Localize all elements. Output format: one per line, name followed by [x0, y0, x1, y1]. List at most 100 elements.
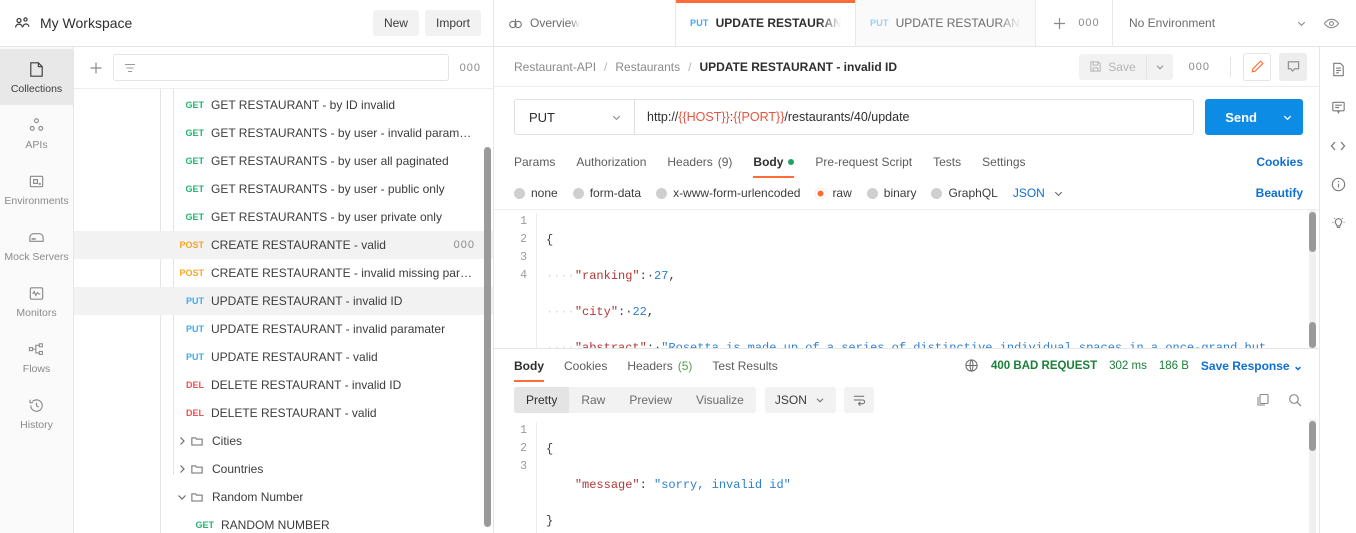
request-label: RANDOM NUMBER — [221, 518, 330, 532]
breadcrumb-folder[interactable]: Restaurants — [615, 60, 680, 74]
tab-pre-request-script[interactable]: Pre-request Script — [815, 146, 912, 178]
request-scrollbar-thumb-2[interactable] — [1309, 322, 1316, 348]
sidebar-item-collections[interactable]: Collections — [0, 49, 73, 105]
line-number: 2 — [520, 442, 527, 455]
lightbulb-icon[interactable] — [1330, 214, 1347, 231]
comment-icon[interactable] — [1330, 99, 1347, 116]
tab-authorization[interactable]: Authorization — [576, 146, 646, 178]
tab-settings[interactable]: Settings — [982, 146, 1025, 178]
body-type-form-data[interactable]: form-data — [572, 186, 641, 200]
list-item[interactable]: GET RANDOM NUMBER — [74, 511, 493, 533]
request-body-editor[interactable]: 1 2 3 4 { ····"ranking":·27, ····"city":… — [494, 209, 1319, 349]
request-more-button[interactable]: 000 — [454, 239, 475, 251]
filter-input[interactable] — [113, 54, 449, 81]
tab-body[interactable]: Body — [753, 146, 795, 178]
response-view-visualize[interactable]: Visualize — [684, 387, 756, 413]
method-selector[interactable]: PUT — [514, 99, 634, 135]
top-bar: My Workspace New Import Overview PUT UPD… — [0, 0, 1356, 47]
save-response-button[interactable]: Save Response ⌄ — [1201, 359, 1303, 373]
collection-list[interactable]: GET GET RESTAURANT - by ID invalid GET G… — [74, 89, 493, 533]
response-view-preview[interactable]: Preview — [617, 387, 684, 413]
response-code[interactable]: { "message": "sorry, invalid id" } — [536, 422, 1319, 533]
list-item[interactable]: PUT UPDATE RESTAURANT - invalid ID — [74, 287, 493, 315]
tab-label: Headers — [627, 358, 673, 373]
sidebar-item-monitors[interactable]: Monitors — [0, 273, 73, 329]
response-format-selector[interactable]: JSON — [764, 387, 836, 413]
list-item[interactable]: POST CREATE RESTAURANTE - invalid missin… — [74, 259, 493, 287]
add-collection-button[interactable] — [88, 60, 104, 76]
body-type-binary[interactable]: binary — [866, 186, 916, 200]
tab-more-button[interactable]: 000 — [1076, 10, 1102, 36]
radio-icon — [514, 187, 525, 199]
body-format-selector[interactable]: JSON — [1013, 186, 1065, 200]
code-icon[interactable] — [1329, 137, 1347, 155]
environment-selector[interactable]: No Environment — [1129, 16, 1308, 30]
sidebar-item-apis[interactable]: APIs — [0, 105, 73, 161]
list-item[interactable]: GET GET RESTAURANT - by ID invalid — [74, 91, 493, 119]
new-button[interactable]: New — [372, 10, 419, 36]
save-dropdown-button[interactable] — [1145, 54, 1173, 79]
sidebar-scrollbar[interactable] — [484, 147, 491, 527]
tab-headers[interactable]: Headers (9) — [667, 146, 732, 178]
body-type-urlencoded[interactable]: x-www-form-urlencoded — [656, 186, 800, 200]
new-tab-button[interactable] — [1046, 10, 1072, 36]
list-item[interactable]: DEL DELETE RESTAURANT - invalid ID — [74, 371, 493, 399]
request-scrollbar-thumb[interactable] — [1309, 212, 1316, 252]
folder-item-random-number[interactable]: Random Number — [74, 483, 493, 511]
response-view-pretty[interactable]: Pretty — [514, 387, 570, 413]
tab-params[interactable]: Params — [514, 146, 555, 178]
sidebar-item-mock-servers[interactable]: Mock Servers — [0, 217, 73, 273]
search-response-button[interactable] — [1287, 392, 1303, 408]
list-item[interactable]: POST CREATE RESTAURANTE - valid 000 — [74, 231, 493, 259]
info-icon[interactable] — [1330, 176, 1347, 193]
import-button[interactable]: Import — [424, 10, 481, 36]
list-item[interactable]: PUT UPDATE RESTAURANT - invalid paramate… — [74, 315, 493, 343]
sidebar-item-flows[interactable]: Flows — [0, 329, 73, 385]
documentation-icon[interactable] — [1330, 61, 1347, 78]
url-input[interactable]: http://{{HOST}}: {{PORT}}/restaurants/40/… — [634, 99, 1195, 135]
cookies-link[interactable]: Cookies — [1256, 155, 1303, 169]
sidebar-item-history[interactable]: History — [0, 385, 73, 441]
wrap-lines-button[interactable] — [843, 387, 874, 413]
response-tab-test-results[interactable]: Test Results — [712, 349, 777, 382]
body-type-none[interactable]: none — [514, 186, 558, 200]
request-code[interactable]: { ····"ranking":·27, ····"city":·22, ···… — [536, 213, 1319, 348]
beautify-link[interactable]: Beautify — [1256, 186, 1303, 200]
body-type-graphql[interactable]: GraphQL — [931, 186, 998, 200]
tab-update-restaurant-invalid-id[interactable]: PUT UPDATE RESTAURANT - invalid ID — [676, 0, 856, 46]
list-item[interactable]: DEL DELETE RESTAURANT - valid — [74, 399, 493, 427]
folder-item-cities[interactable]: Cities — [74, 427, 493, 455]
folder-icon — [190, 434, 204, 448]
response-scrollbar-thumb[interactable] — [1309, 421, 1316, 451]
monitors-icon — [27, 284, 46, 303]
list-item[interactable]: GET GET RESTAURANTS - by user - public o… — [74, 175, 493, 203]
environment-quicklook-icon[interactable] — [1318, 10, 1344, 36]
list-item[interactable]: PUT UPDATE RESTAURANT - valid — [74, 343, 493, 371]
request-method: DEL — [186, 380, 204, 390]
comment-request-button[interactable] — [1279, 52, 1307, 81]
tab-tests[interactable]: Tests — [933, 146, 961, 178]
list-item[interactable]: GET GET RESTAURANTS - by user - invalid … — [74, 119, 493, 147]
chevron-right-icon — [174, 463, 190, 475]
response-body-editor[interactable]: 1 2 3 { "message": "sorry, invalid id" } — [494, 419, 1319, 533]
copy-response-button[interactable] — [1255, 392, 1271, 408]
edit-request-button[interactable] — [1243, 52, 1271, 81]
folder-item-countries[interactable]: Countries — [74, 455, 493, 483]
response-view-raw[interactable]: Raw — [569, 387, 617, 413]
request-more-button[interactable]: 000 — [1181, 61, 1218, 73]
response-tab-body[interactable]: Body — [514, 349, 544, 382]
response-tab-headers[interactable]: Headers (5) — [627, 349, 692, 382]
tab-overview[interactable]: Overview — [494, 0, 676, 46]
list-item[interactable]: GET GET RESTAURANTS - by user private on… — [74, 203, 493, 231]
sidebar-item-environments[interactable]: Environments — [0, 161, 73, 217]
request-panel: Restaurant-API / Restaurants / UPDATE RE… — [494, 47, 1319, 533]
breadcrumb-collection[interactable]: Restaurant-API — [514, 60, 596, 74]
list-item[interactable]: GET GET RESTAURANTS - by user all pagina… — [74, 147, 493, 175]
body-type-raw[interactable]: raw — [815, 186, 852, 200]
tab-update-restaurant-valid[interactable]: PUT UPDATE RESTAURANT - valid — [856, 0, 1036, 46]
send-dropdown-icon[interactable] — [1277, 111, 1303, 124]
sidebar-more-button[interactable]: 000 — [458, 62, 483, 74]
response-tab-cookies[interactable]: Cookies — [564, 349, 607, 382]
save-button[interactable]: Save — [1079, 53, 1173, 80]
send-button[interactable]: Send — [1205, 99, 1303, 135]
